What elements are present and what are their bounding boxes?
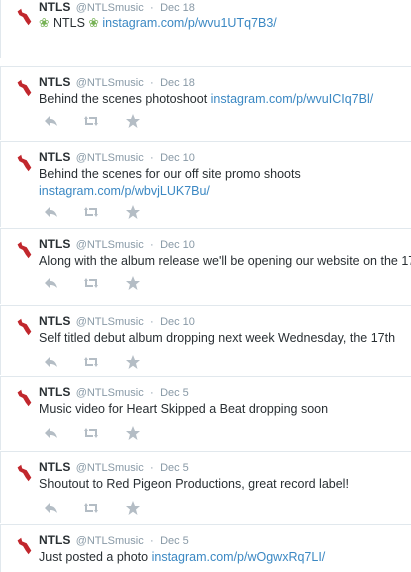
tweet-date[interactable]: Dec 18 [160, 2, 195, 14]
star-icon[interactable] [125, 354, 141, 370]
tweet-text: Just posted a photo [39, 550, 152, 564]
user-handle[interactable]: @NTLSmusic [76, 462, 144, 474]
tweet-actions [39, 204, 159, 220]
tweet-link[interactable]: instagram.com/p/wvu1UTq7B3/ [102, 16, 276, 30]
tweet-item[interactable]: NTLS @NTLSmusic · Dec 18 Behind the scen… [0, 66, 411, 140]
reply-icon[interactable] [43, 275, 59, 291]
retweet-icon[interactable] [83, 204, 99, 220]
star-icon[interactable] [125, 113, 141, 129]
separator-dot: · [150, 239, 154, 251]
retweet-icon[interactable] [83, 113, 99, 129]
tweet-link[interactable]: instagram.com/p/wbvjLUK7Bu/ [39, 183, 411, 200]
display-name[interactable]: NTLS [39, 150, 70, 164]
tweet-item[interactable]: NTLS @NTLSmusic · Dec 10 Behind the scen… [0, 141, 411, 227]
separator-dot: · [150, 387, 154, 399]
retweet-icon[interactable] [83, 500, 99, 516]
display-name[interactable]: NTLS [39, 0, 70, 14]
user-handle[interactable]: @NTLSmusic [76, 316, 144, 328]
red-bird-icon[interactable] [13, 152, 35, 174]
red-bird-icon[interactable] [13, 316, 35, 338]
retweet-icon[interactable] [83, 425, 99, 441]
retweet-icon[interactable] [83, 275, 99, 291]
tweet-date[interactable]: Dec 5 [160, 387, 189, 399]
display-name[interactable]: NTLS [39, 314, 70, 328]
red-bird-icon[interactable] [13, 462, 35, 484]
tweet-text: Shoutout to Red Pigeon Productions, grea… [39, 477, 349, 491]
user-handle[interactable]: @NTLSmusic [76, 152, 144, 164]
separator-dot: · [150, 535, 154, 547]
separator-dot: · [150, 316, 154, 328]
user-handle[interactable]: @NTLSmusic [76, 535, 144, 547]
separator-dot: · [150, 77, 154, 89]
user-handle[interactable]: @NTLSmusic [76, 2, 144, 14]
display-name[interactable]: NTLS [39, 385, 70, 399]
display-name[interactable]: NTLS [39, 460, 70, 474]
red-bird-icon[interactable] [13, 6, 35, 28]
tweet-date[interactable]: Dec 18 [160, 77, 195, 89]
red-bird-icon[interactable] [13, 77, 35, 99]
separator-dot: · [150, 462, 154, 474]
herb-icon: ❀ [88, 16, 99, 30]
user-handle[interactable]: @NTLSmusic [76, 387, 144, 399]
tweet-actions [39, 500, 159, 516]
red-bird-icon[interactable] [13, 535, 35, 557]
display-name[interactable]: NTLS [39, 75, 70, 89]
tweet-timeline: NTLS @NTLSmusic · Dec 18 ❀ NTLS ❀ instag… [0, 0, 411, 572]
reply-icon[interactable] [43, 354, 59, 370]
tweet-text: NTLS [52, 16, 85, 30]
tweet-text: Music video for Heart Skipped a Beat dro… [39, 402, 329, 416]
tweet-actions [39, 275, 159, 291]
tweet-link[interactable]: instagram.com/p/wOgwxRq7LI/ [152, 550, 326, 564]
reply-icon[interactable] [43, 500, 59, 516]
tweet-text: Behind the scenes photoshoot [39, 92, 211, 106]
tweet-item[interactable]: NTLS @NTLSmusic · Dec 10 Self titled deb… [0, 305, 411, 375]
star-icon[interactable] [125, 204, 141, 220]
tweet-actions [39, 113, 159, 129]
tweet-date[interactable]: Dec 5 [160, 535, 189, 547]
separator-dot: · [150, 152, 154, 164]
reply-icon[interactable] [43, 113, 59, 129]
star-icon[interactable] [125, 425, 141, 441]
retweet-icon[interactable] [83, 354, 99, 370]
separator-dot: · [150, 2, 154, 14]
star-icon[interactable] [125, 500, 141, 516]
tweet-actions [39, 354, 159, 370]
tweet-date[interactable]: Dec 10 [160, 316, 195, 328]
tweet-text: Along with the album release we'll be op… [39, 254, 411, 268]
herb-icon: ❀ [39, 16, 50, 30]
tweet-date[interactable]: Dec 5 [160, 462, 189, 474]
tweet-item[interactable]: NTLS @NTLSmusic · Dec 18 ❀ NTLS ❀ instag… [0, 0, 411, 58]
display-name[interactable]: NTLS [39, 237, 70, 251]
tweet-item[interactable]: NTLS @NTLSmusic · Dec 5 Just posted a ph… [0, 524, 411, 572]
reply-icon[interactable] [43, 204, 59, 220]
tweet-date[interactable]: Dec 10 [160, 152, 195, 164]
tweet-date[interactable]: Dec 10 [160, 239, 195, 251]
tweet-text: Self titled debut album dropping next we… [39, 331, 396, 345]
tweet-text: Behind the scenes for our off site promo… [39, 167, 301, 181]
red-bird-icon[interactable] [13, 387, 35, 409]
tweet-item[interactable]: NTLS @NTLSmusic · Dec 5 Music video for … [0, 376, 411, 450]
star-icon[interactable] [125, 275, 141, 291]
red-bird-icon[interactable] [13, 239, 35, 261]
display-name[interactable]: NTLS [39, 533, 70, 547]
user-handle[interactable]: @NTLSmusic [76, 77, 144, 89]
tweet-link[interactable]: instagram.com/p/wvuICIq7Bl/ [211, 92, 374, 106]
reply-icon[interactable] [43, 425, 59, 441]
tweet-item[interactable]: NTLS @NTLSmusic · Dec 10 Along with the … [0, 228, 411, 304]
user-handle[interactable]: @NTLSmusic [76, 239, 144, 251]
tweet-item[interactable]: NTLS @NTLSmusic · Dec 5 Shoutout to Red … [0, 451, 411, 523]
tweet-actions [39, 425, 159, 441]
